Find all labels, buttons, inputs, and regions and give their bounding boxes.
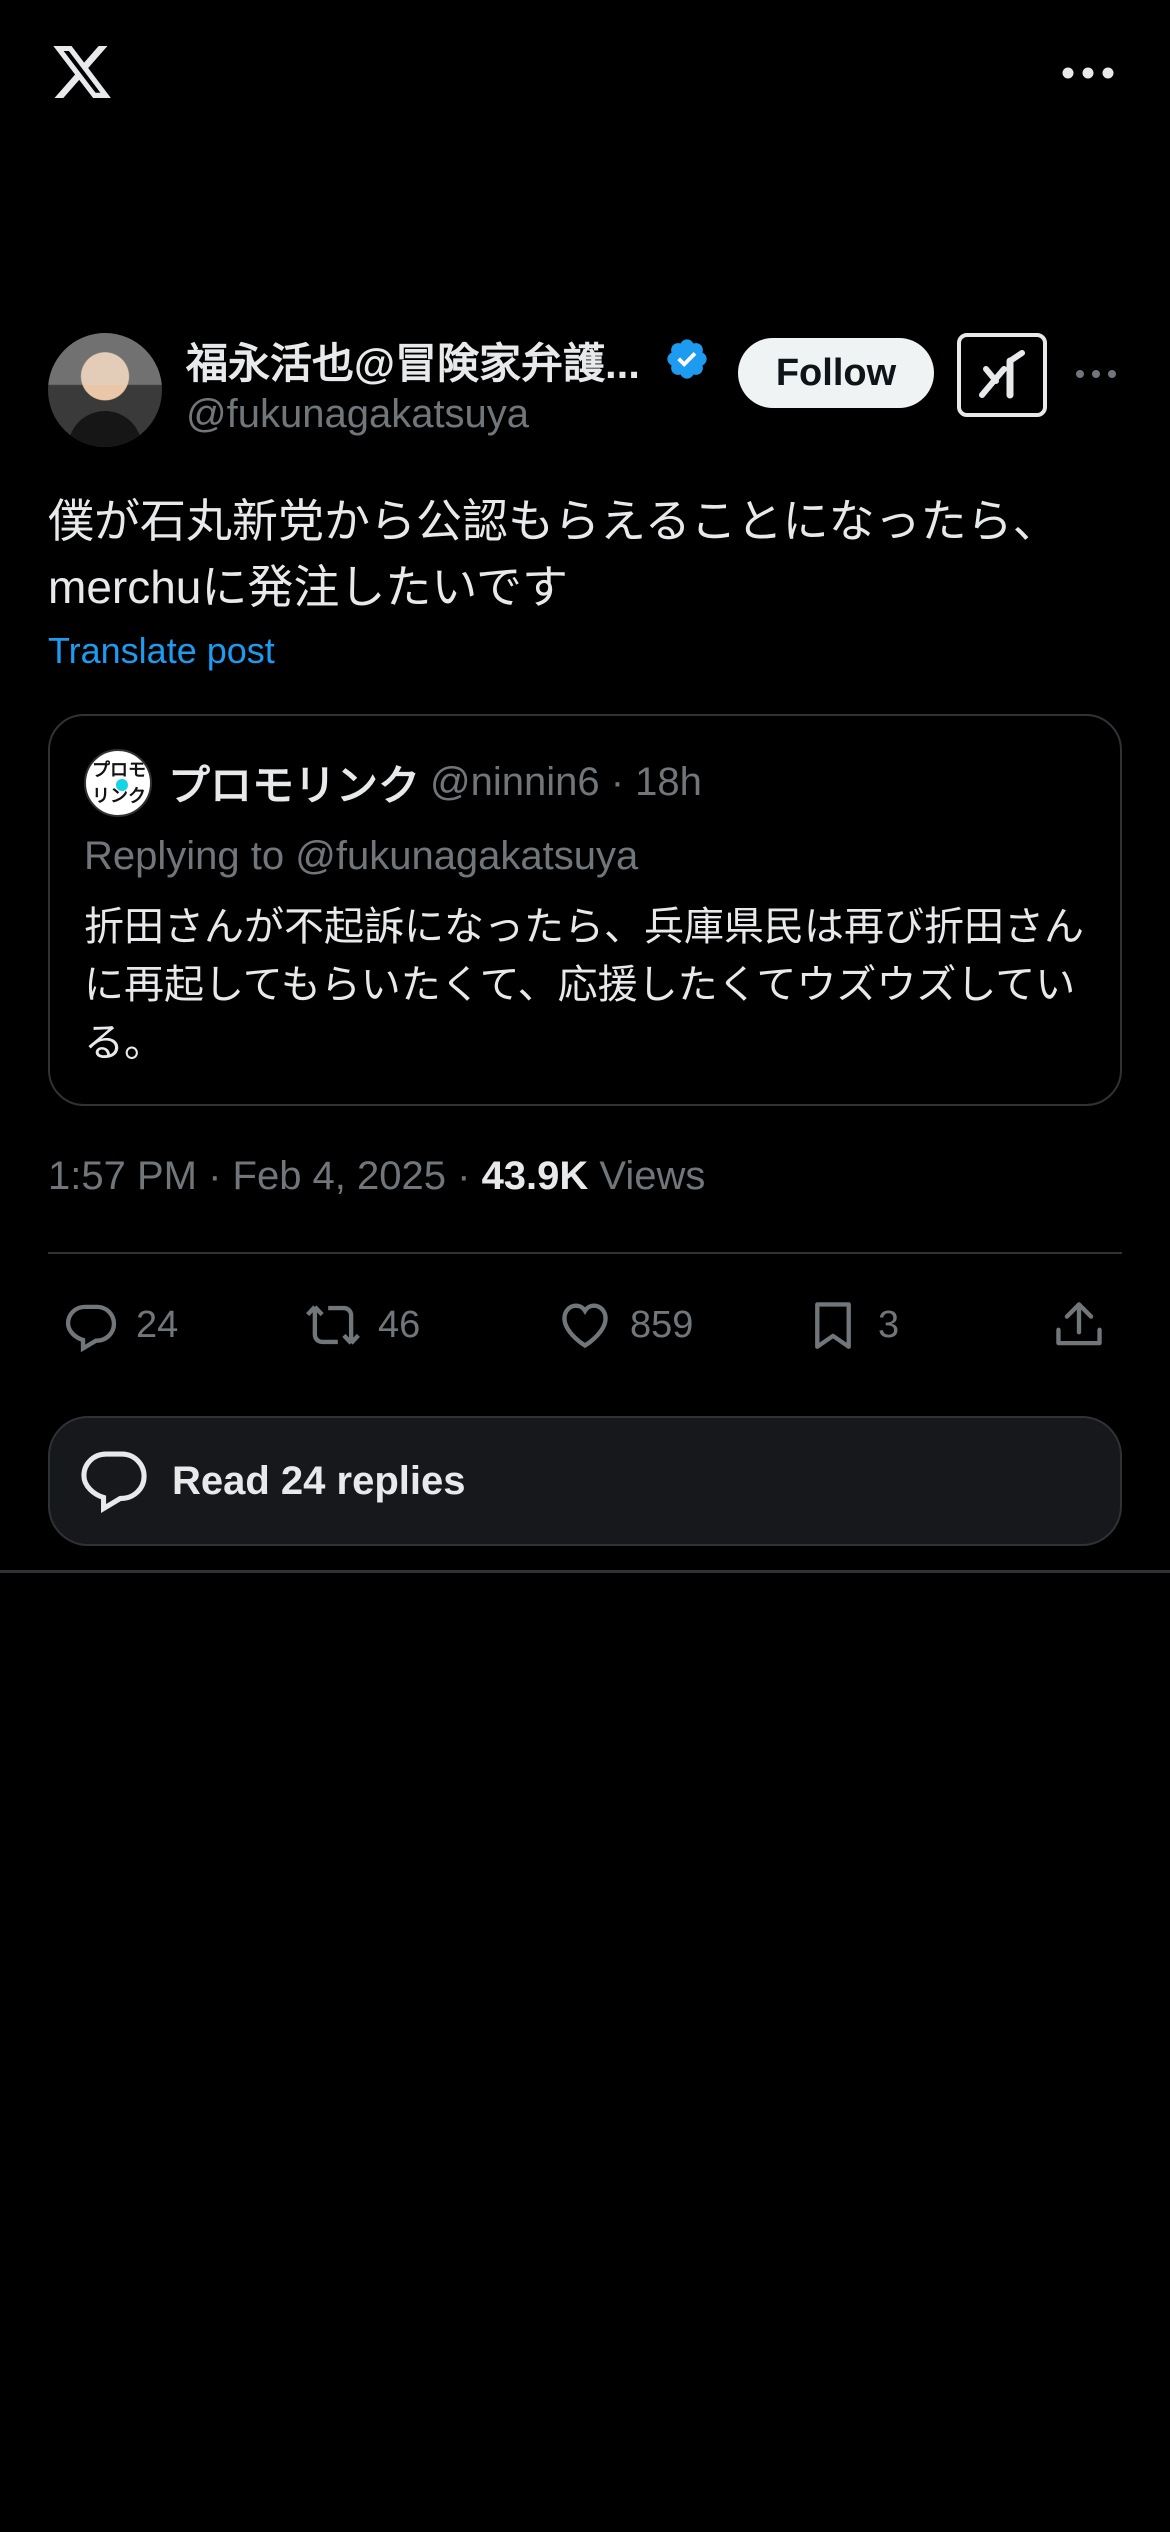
like-count: 859: [630, 1303, 694, 1346]
views-label: Views: [588, 1154, 706, 1198]
quoted-replying-to: Replying to @fukunagakatsuya: [84, 834, 639, 878]
more-horizontal-icon[interactable]: [1058, 56, 1118, 90]
reply-icon: [65, 1304, 117, 1353]
bookmark-button[interactable]: 3: [804, 1292, 899, 1358]
post-time[interactable]: 1:57 PM · Feb 4, 2025 ·: [48, 1154, 482, 1198]
repost-count: 46: [378, 1303, 421, 1346]
bookmark-icon: [815, 1302, 851, 1349]
like-button[interactable]: 859: [556, 1292, 693, 1358]
post-text: 僕が石丸新党から公認もらえることになったら、merchuに発注したいです: [48, 495, 1059, 613]
grok-button[interactable]: [957, 333, 1047, 417]
quoted-author-meta: @ninnin6 · 18h: [430, 760, 702, 804]
quoted-author-avatar[interactable]: プロモリンク: [84, 749, 152, 817]
quoted-post-text: 折田さんが不起訴になったら、兵庫県民は再び折田さんに再起してもらいたくて、応援し…: [84, 905, 1084, 1065]
quoted-author-name[interactable]: プロモリンク: [168, 752, 420, 813]
translate-post-link[interactable]: Translate post: [48, 630, 275, 672]
repost-button[interactable]: 46: [304, 1292, 420, 1358]
reply-button[interactable]: 24: [62, 1292, 178, 1358]
grok-icon: [979, 350, 1025, 399]
repost-icon: [306, 1305, 360, 1345]
share-icon: [1056, 1302, 1102, 1346]
post-more-icon[interactable]: [1074, 364, 1118, 384]
x-logo-icon[interactable]: [48, 40, 116, 104]
read-replies-label: Read 24 replies: [172, 1458, 466, 1503]
share-button[interactable]: [1050, 1292, 1108, 1358]
divider: [0, 1570, 1170, 1573]
author-avatar[interactable]: [48, 333, 162, 447]
follow-button[interactable]: Follow: [738, 338, 934, 408]
author-handle[interactable]: @fukunagakatsuya: [186, 392, 529, 437]
post-timestamp: 1:57 PM · Feb 4, 2025 · 43.9K Views: [48, 1154, 705, 1199]
verified-badge-icon: [667, 339, 707, 379]
replies-icon: [81, 1451, 147, 1514]
quoted-avatar-dot: [116, 779, 128, 791]
heart-icon: [562, 1303, 608, 1349]
top-bar: [0, 0, 1170, 150]
read-replies-button[interactable]: Read 24 replies: [48, 1416, 1122, 1546]
views-count: 43.9K: [481, 1154, 589, 1198]
author-display-name[interactable]: 福永活也@冒険家弁護...: [186, 330, 646, 391]
reply-count: 24: [136, 1303, 179, 1346]
divider: [48, 1252, 1122, 1254]
bookmark-count: 3: [878, 1303, 900, 1346]
